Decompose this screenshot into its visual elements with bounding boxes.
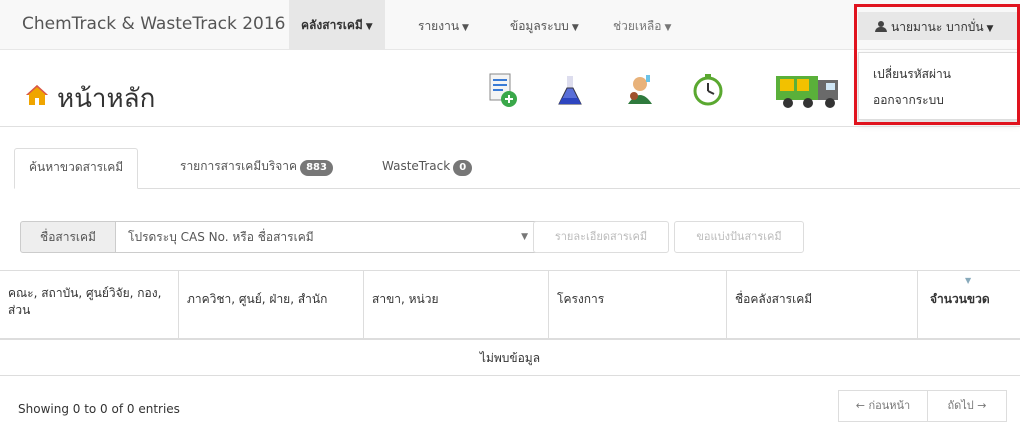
next-page-button[interactable]: ถัดไป → xyxy=(927,390,1007,422)
prev-page-button[interactable]: ← ก่อนหน้า xyxy=(838,390,928,422)
tab-donated-chemicals-label: รายการสารเคมีบริจาค xyxy=(180,159,298,173)
chevron-down-icon: ▼ xyxy=(462,23,469,33)
col-stock-name[interactable]: ชื่อคลังสารเคมี xyxy=(726,271,917,339)
home-icon xyxy=(26,85,48,105)
scientist-icon[interactable] xyxy=(620,70,660,110)
menu-system-data-label: ข้อมูลระบบ xyxy=(510,19,569,33)
col-department[interactable]: ภาควิชา, ศูนย์, ฝ่าย, สำนัก xyxy=(178,271,363,339)
user-menu-toggle[interactable]: นายมานะ บากบั่น ▼ xyxy=(858,12,1020,40)
tab-donated-chemicals[interactable]: รายการสารเคมีบริจาค 883 xyxy=(166,148,347,189)
tab-wastetrack[interactable]: WasteTrack 0 xyxy=(368,148,486,189)
user-name: นายมานะ บากบั่น xyxy=(891,20,984,34)
page-title: หน้าหลัก xyxy=(57,84,156,114)
user-dropdown-menu: เปลี่ยนรหัสผ่าน ออกจากระบบ xyxy=(858,52,1020,120)
tabs-baseline xyxy=(14,188,1020,189)
col-unit[interactable]: สาขา, หน่วย xyxy=(363,271,548,339)
wastetrack-count-badge: 0 xyxy=(453,160,473,176)
clock-icon[interactable] xyxy=(688,70,728,110)
chevron-down-icon: ▼ xyxy=(365,22,373,32)
user-icon xyxy=(875,21,887,32)
chevron-down-icon: ▼ xyxy=(986,24,994,34)
col-faculty[interactable]: คณะ, สถาบัน, ศูนย์วิจัย, กอง, ส่วน xyxy=(0,271,178,339)
tab-search-bottles-label: ค้นหาขวดสารเคมี xyxy=(29,160,124,174)
tab-search-bottles[interactable]: ค้นหาขวดสารเคมี xyxy=(14,148,139,189)
menu-system-data[interactable]: ข้อมูลระบบ ▼ xyxy=(510,17,579,36)
chevron-down-icon: ▼ xyxy=(664,23,672,33)
chemical-search-placeholder: โปรดระบุ CAS No. หรือ ชื่อสารเคมี xyxy=(128,230,314,244)
flask-icon[interactable] xyxy=(550,70,590,110)
chemical-name-addon: ชื่อสารเคมี xyxy=(20,221,116,253)
table-header-row: คณะ, สถาบัน, ศูนย์วิจัย, กอง, ส่วน ภาควิ… xyxy=(0,270,1020,340)
chemical-search-select[interactable]: โปรดระบุ CAS No. หรือ ชื่อสารเคมี ▼ xyxy=(115,221,539,253)
request-share-button[interactable]: ขอแบ่งปันสารเคมี xyxy=(674,221,804,253)
top-navbar: ChemTrack & WasteTrack 2016 คลังสารเคมี ▼… xyxy=(0,0,1020,50)
col-project[interactable]: โครงการ xyxy=(548,271,726,339)
chemical-details-button[interactable]: รายละเอียดสารเคมี xyxy=(533,221,669,253)
menu-reports[interactable]: รายงาน ▼ xyxy=(418,17,469,36)
entries-info: Showing 0 to 0 of 0 entries xyxy=(18,402,180,416)
chevron-down-icon: ▼ xyxy=(521,232,528,242)
waste-truck-icon[interactable] xyxy=(774,66,846,110)
menu-chem-stock-label: คลังสารเคมี xyxy=(301,18,363,32)
menu-chem-stock[interactable]: คลังสารเคมี ▼ xyxy=(289,0,385,50)
change-password-item[interactable]: เปลี่ยนรหัสผ่าน xyxy=(873,65,951,84)
menu-help-label: ช่วยเหลือ xyxy=(613,19,662,33)
logout-item[interactable]: ออกจากระบบ xyxy=(873,91,944,110)
empty-table-row: ไม่พบข้อมูล xyxy=(0,340,1020,376)
chevron-down-icon: ▼ xyxy=(571,23,579,33)
header-divider xyxy=(0,126,1020,127)
donated-count-badge: 883 xyxy=(300,160,333,176)
document-add-icon[interactable] xyxy=(482,70,522,110)
sort-desc-icon: ▼ xyxy=(965,276,972,285)
menu-reports-label: รายงาน xyxy=(418,19,460,33)
tab-wastetrack-label: WasteTrack xyxy=(382,159,451,173)
brand-title[interactable]: ChemTrack & WasteTrack 2016 xyxy=(22,14,285,34)
menu-help[interactable]: ช่วยเหลือ ▼ xyxy=(613,17,671,36)
